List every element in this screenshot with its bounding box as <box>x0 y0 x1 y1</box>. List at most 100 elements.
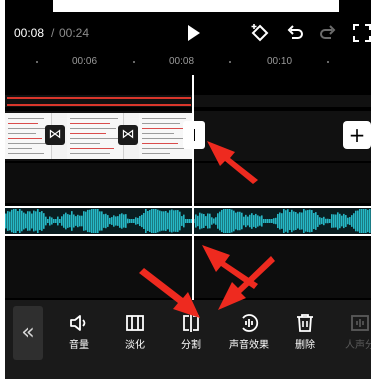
waveform-bar <box>289 211 291 231</box>
waveform-bar <box>119 214 121 228</box>
sound-effect-icon <box>242 314 259 332</box>
waveform-bar <box>9 211 11 231</box>
waveform-bar <box>145 209 147 233</box>
waveform-bar <box>291 209 293 233</box>
waveform-bar <box>317 215 319 227</box>
waveform-bar <box>25 213 27 229</box>
collapse-button[interactable]: « <box>13 306 43 360</box>
clip-trim-handle[interactable] <box>183 121 205 149</box>
editor-frame: 00:08 / 00:24 00:06 00:08 00:10 ⋈ ⋈ + « … <box>5 0 371 379</box>
waveform-bar <box>269 219 271 223</box>
waveform-bar <box>239 211 241 231</box>
waveform-bar <box>199 212 201 230</box>
ruler-label: 00:10 <box>267 56 293 67</box>
play-button[interactable] <box>182 22 204 44</box>
ruler-tick <box>229 61 231 63</box>
voice-separate-button[interactable]: 人声分 <box>335 312 371 362</box>
waveform-bar <box>85 211 87 231</box>
waveform-bar <box>39 212 41 230</box>
waveform-bar <box>325 218 327 224</box>
split-button[interactable]: 分割 <box>166 312 216 362</box>
waveform-bar <box>135 217 137 225</box>
effect-clip-line[interactable] <box>7 97 191 99</box>
waveform-bar <box>27 211 29 231</box>
tool-label: 声音效果 <box>229 340 269 351</box>
waveform-bar <box>309 209 311 233</box>
waveform-bar <box>185 219 187 223</box>
double-chevron-left-icon: « <box>21 320 35 345</box>
waveform-bar <box>323 216 325 226</box>
waveform-bar <box>335 214 337 228</box>
waveform-bar <box>133 219 135 223</box>
playhead[interactable] <box>192 75 194 300</box>
voice-separate-icon <box>351 315 369 331</box>
waveform-bar <box>273 218 275 224</box>
tool-label: 人声分 <box>345 340 371 351</box>
transition-icon: ⋈ <box>48 127 62 142</box>
waveform-bar <box>253 215 255 227</box>
waveform-bar <box>343 213 345 229</box>
waveform-bar <box>329 219 331 223</box>
effect-clip-line[interactable] <box>7 104 191 106</box>
waveform-bar <box>81 215 83 227</box>
waveform-bar <box>55 219 57 223</box>
volume-button[interactable]: 音量 <box>54 312 104 362</box>
fade-button[interactable]: 淡化 <box>110 312 160 362</box>
waveform-bar <box>83 211 85 231</box>
sound-effect-button[interactable]: 声音效果 <box>224 312 274 362</box>
waveform-bar <box>227 209 229 233</box>
waveform-bar <box>171 209 173 233</box>
waveform-bar <box>35 211 37 231</box>
audio-clip[interactable] <box>5 206 371 236</box>
waveform-bar <box>283 209 285 233</box>
waveform-bar <box>347 217 349 225</box>
waveform-bar <box>297 213 299 229</box>
waveform-bar <box>155 209 157 233</box>
video-clip[interactable] <box>5 113 193 159</box>
waveform-bar <box>91 209 93 233</box>
waveform-bar <box>241 212 243 230</box>
keyframe-icon <box>251 24 269 42</box>
waveform-bar <box>167 212 169 230</box>
transition-button[interactable]: ⋈ <box>45 125 65 145</box>
waveform-bar <box>175 210 177 232</box>
waveform-bar <box>71 211 73 231</box>
waveform-bar <box>319 217 321 225</box>
waveform-bar <box>249 214 251 228</box>
waveform-bar <box>123 214 125 228</box>
undo-button[interactable] <box>284 22 306 44</box>
waveform-bar <box>111 217 113 225</box>
waveform-bar <box>221 209 223 233</box>
waveform-bar <box>151 209 153 233</box>
waveform-bar <box>115 216 117 226</box>
delete-button[interactable]: 删除 <box>280 312 330 362</box>
waveform-bar <box>349 217 351 225</box>
waveform-bar <box>229 209 231 233</box>
fullscreen-button[interactable] <box>351 22 371 44</box>
waveform-bar <box>219 211 221 231</box>
waveform-bar <box>37 209 39 233</box>
waveform-bar <box>333 214 335 228</box>
waveform-bar <box>89 209 91 233</box>
waveform-bar <box>225 209 227 233</box>
waveform-bar <box>147 210 149 232</box>
waveform-bar <box>231 209 233 233</box>
waveform-bar <box>173 210 175 232</box>
waveform-bar <box>305 210 307 232</box>
waveform-bar <box>213 218 215 224</box>
waveform-bar <box>301 212 303 230</box>
keyframe-button[interactable] <box>249 22 271 44</box>
waveform-bar <box>263 219 265 223</box>
waveform-bar <box>43 213 45 229</box>
redo-button[interactable] <box>317 22 339 44</box>
waveform-bar <box>15 209 17 233</box>
waveform-bar <box>139 216 141 226</box>
waveform-bar <box>257 215 259 227</box>
add-clip-button[interactable]: + <box>343 121 371 149</box>
transition-button[interactable]: ⋈ <box>118 125 138 145</box>
tool-label: 分割 <box>181 340 201 351</box>
waveform-bar <box>259 216 261 226</box>
waveform-bar <box>313 213 315 229</box>
waveform-bar <box>183 214 185 228</box>
waveform-bar <box>265 219 267 223</box>
